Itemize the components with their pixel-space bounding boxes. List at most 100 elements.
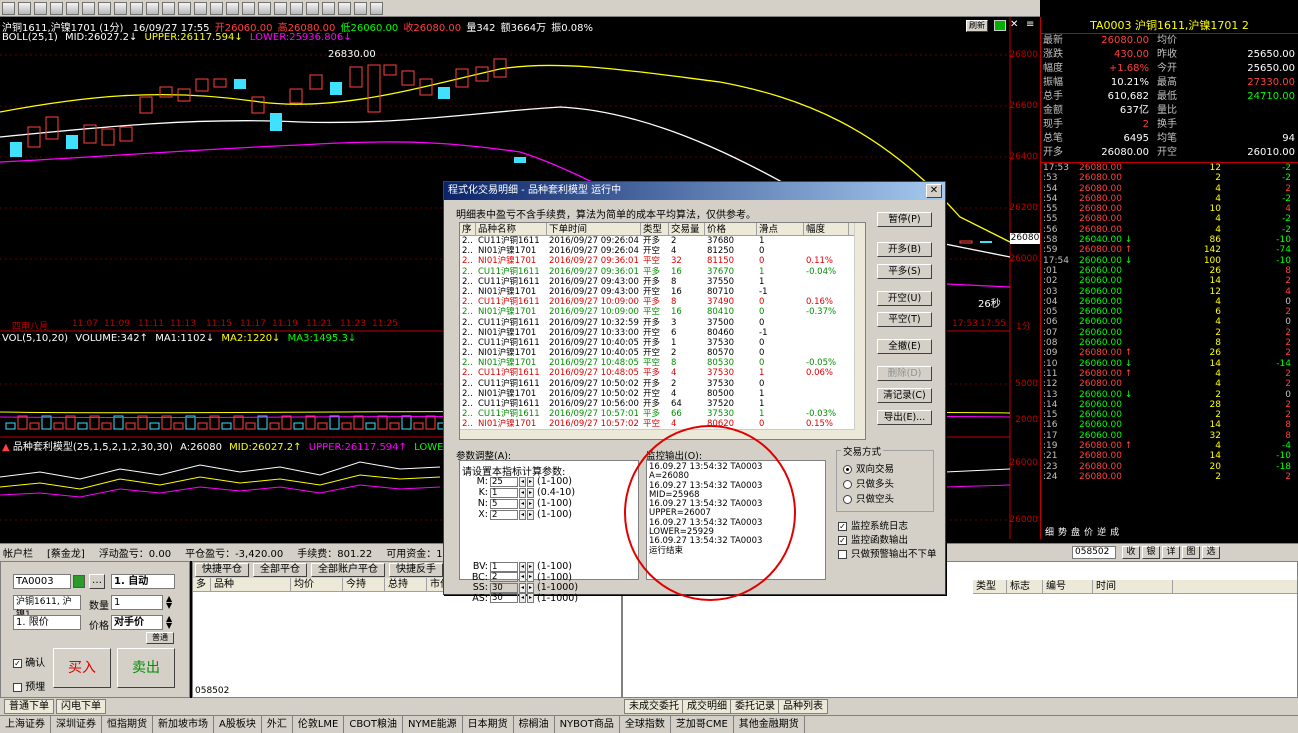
toolbar-icon[interactable]	[130, 1, 143, 15]
toolbar-icon[interactable]	[82, 1, 95, 15]
trade-table-hscroll[interactable]	[460, 429, 855, 439]
tick-list[interactable]: 17:53 26080.00 12 -2:53 26080.00 2 -2:54 26080.…	[1041, 162, 1298, 482]
trade-row[interactable]: 2.. CU11沪铜1611 2016/09/27 10:40:05 开多 1 37530…	[460, 338, 865, 348]
qty-input[interactable]: 1	[111, 595, 163, 610]
sell-button[interactable]: 卖出	[117, 648, 175, 688]
spin-up-icon[interactable]: ▸	[527, 572, 534, 582]
price-input[interactable]: 对手价	[111, 615, 163, 630]
param-value-input[interactable]: 2	[490, 509, 518, 520]
dialog-action-button[interactable]: 开多(B)	[877, 242, 932, 257]
dialog-checkbox[interactable]: ✓ 监控函数输出	[838, 532, 908, 546]
trade-table-scrollbar[interactable]	[854, 223, 865, 439]
param-spinner[interactable]: ◂ ▸	[519, 509, 535, 520]
param-value-input[interactable]: 25	[490, 476, 518, 487]
trade-row[interactable]: 2.. NI01沪镍1701 2016/09/27 10:09:00 平空 16 8041…	[460, 307, 865, 317]
market-tab[interactable]: 上海证券	[0, 716, 51, 733]
account-tool-button[interactable]: 选	[1202, 546, 1220, 559]
spin-up-icon[interactable]: ▸	[527, 509, 534, 520]
market-tab[interactable]: NYBOT商品	[555, 716, 620, 733]
trade-row[interactable]: 2.. NI01沪镍1701 2016/09/27 09:26:04 开空 4 81250…	[460, 246, 865, 256]
tab-instrument-list[interactable]: 品种列表	[778, 699, 828, 714]
toolbar-icon[interactable]	[194, 1, 207, 15]
market-tab[interactable]: 棕榈油	[514, 716, 555, 733]
close-icon[interactable]: ✕	[926, 184, 942, 198]
spin-up-icon[interactable]: ▸	[527, 561, 534, 572]
market-tab[interactable]: CBOT粮油	[344, 716, 404, 733]
param-spinner[interactable]: ◂ ▸	[519, 561, 535, 572]
spin-down-icon[interactable]: ◂	[519, 498, 526, 509]
toolbar-icon[interactable]	[226, 1, 239, 15]
contract-code-input[interactable]: TA0003	[13, 574, 71, 589]
market-tab[interactable]: 外汇	[262, 716, 293, 733]
spin-up-icon[interactable]: ▸	[527, 476, 534, 487]
spin-down-icon[interactable]: ◂	[519, 572, 526, 582]
tab-order-records[interactable]: 委托记录	[730, 699, 780, 714]
radio-icon[interactable]	[843, 480, 852, 489]
trade-row[interactable]: 2.. NI01沪镍1701 2016/09/27 10:48:05 平空 8 80530…	[460, 358, 865, 368]
dialog-action-button[interactable]: 全撤(E)	[877, 339, 932, 354]
trade-row[interactable]: 2.. NI01沪镍1701 2016/09/27 10:33:00 开空 6 80460…	[460, 328, 865, 338]
trade-row[interactable]: 2.. CU11沪铜1611 2016/09/27 10:56:00 开多 64 3752…	[460, 399, 865, 409]
trade-row[interactable]: 2.. NI01沪镍1701 2016/09/27 09:43:00 开空 16 8071…	[460, 287, 865, 297]
market-tab[interactable]: A股板块	[214, 716, 262, 733]
order-mode-select[interactable]: 1. 自动	[111, 574, 175, 589]
market-tab[interactable]: 恒指期货	[102, 716, 153, 733]
market-tab[interactable]: 日本期货	[463, 716, 514, 733]
radio-icon[interactable]	[843, 465, 852, 474]
market-tab[interactable]: 全球指数	[620, 716, 671, 733]
trade-row[interactable]: 2.. CU11沪铜1611 2016/09/27 09:26:04 开多 2 37680…	[460, 236, 865, 246]
market-tab[interactable]: 芝加哥CME	[671, 716, 734, 733]
toolbar-icon[interactable]	[66, 1, 79, 15]
param-value-input[interactable]: 30	[490, 582, 518, 593]
toolbar-icon[interactable]	[274, 1, 287, 15]
toolbar-icon[interactable]	[258, 1, 271, 15]
quote-tab[interactable]: 价	[1084, 525, 1093, 539]
lock-icon[interactable]	[73, 575, 85, 588]
confirm-check[interactable]: ✓ 确认	[13, 654, 45, 669]
radio-icon[interactable]	[843, 495, 852, 504]
toolbar-icon[interactable]	[210, 1, 223, 15]
toolbar-icon[interactable]	[370, 1, 383, 15]
account-select[interactable]: 058502	[1072, 546, 1116, 559]
trade-row[interactable]: 2.. CU11沪铜1611 2016/09/27 10:50:02 开多 2 37530…	[460, 379, 865, 389]
normal-button[interactable]: 普通	[146, 632, 174, 644]
spin-up-icon[interactable]: ▸	[527, 487, 534, 498]
spin-down-icon[interactable]: ◂	[519, 561, 526, 572]
toolbar-icon[interactable]	[98, 1, 111, 15]
tab-flash-order[interactable]: 闪电下单	[56, 699, 106, 714]
trade-row[interactable]: 2.. CU11沪铜1611 2016/09/27 09:36:01 平多 16 3767…	[460, 267, 865, 277]
quote-tab[interactable]: 逆	[1097, 525, 1106, 539]
spin-down-icon[interactable]: ◂	[519, 582, 526, 593]
trade-row[interactable]: 2.. CU11沪铜1611 2016/09/27 09:43:00 开多 8 37550…	[460, 277, 865, 287]
quote-tab[interactable]: 势	[1058, 525, 1067, 539]
toolbar-icon[interactable]	[354, 1, 367, 15]
spin-down-icon[interactable]: ◂	[519, 509, 526, 520]
qty-spinner[interactable]: ▲ ▼	[166, 595, 172, 610]
toolbar-icon[interactable]	[34, 1, 47, 15]
buy-button[interactable]: 买入	[53, 648, 111, 688]
trade-row[interactable]: 2.. CU11沪铜1611 2016/09/27 10:09:00 平多 8 37490…	[460, 297, 865, 307]
market-tab[interactable]: 深圳证券	[51, 716, 102, 733]
toolbar-icon[interactable]	[178, 1, 191, 15]
param-value-input[interactable]: 5	[490, 498, 518, 509]
dialog-checkbox[interactable]: 只做预警输出不下单	[838, 546, 937, 560]
toolbar-icon[interactable]	[114, 1, 127, 15]
position-action-button[interactable]: 快捷平仓	[195, 563, 249, 577]
tab-pending-orders[interactable]: 未成交委托	[624, 699, 684, 714]
spin-up-icon[interactable]: ▸	[527, 498, 534, 509]
trade-row[interactable]: 2.. CU11沪铜1611 2016/09/27 10:57:01 平多 66 3753…	[460, 409, 865, 419]
dialog-action-button[interactable]: 平空(T)	[877, 312, 932, 327]
trade-table[interactable]: 序品种名称 下单时间 类型 交易量 价格 滑点 幅度 2.. CU11沪铜1611 2016/0…	[459, 222, 866, 440]
param-spinner[interactable]: ◂ ▸	[519, 476, 535, 487]
trade-mode-option[interactable]: 只做多头	[843, 476, 894, 490]
market-tab[interactable]: NYME能源	[403, 716, 463, 733]
spin-up-icon[interactable]: ▸	[527, 582, 534, 593]
dialog-checkbox[interactable]: ✓ 监控系统日志	[838, 518, 908, 532]
position-action-button[interactable]: 快捷反手	[389, 563, 443, 577]
checkbox-icon[interactable]: ✓	[838, 522, 847, 531]
position-action-button[interactable]: 全部账户平仓	[311, 563, 385, 577]
toolbar-icon[interactable]	[338, 1, 351, 15]
quote-tab[interactable]: 盘	[1071, 525, 1080, 539]
param-spinner[interactable]: ◂ ▸	[519, 572, 535, 582]
param-spinner[interactable]: ◂ ▸	[519, 582, 535, 593]
